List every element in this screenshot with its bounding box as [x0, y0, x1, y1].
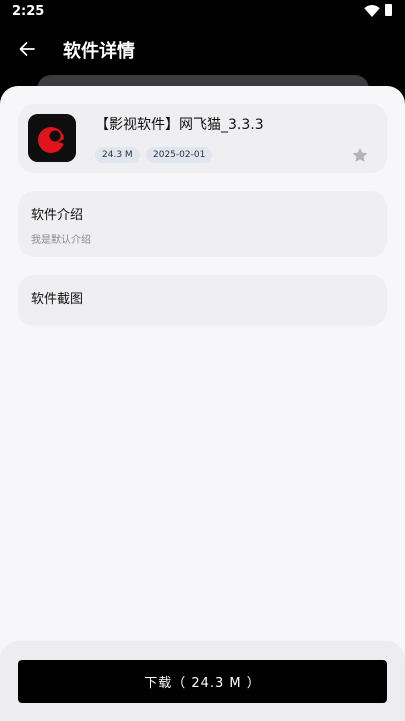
download-button[interactable]: 下载（ 24.3 M ） [18, 660, 387, 703]
app-name: 【影视软件】网飞猫_3.3.3 [95, 117, 264, 133]
wifi-icon [364, 5, 380, 17]
app-logo-mark [28, 114, 76, 162]
page-title: 软件详情 [63, 41, 135, 62]
app-bar: 软件详情 [0, 24, 405, 76]
intro-card: 软件介绍 我是默认介绍 [18, 191, 387, 257]
screen: 2:25 软件详情 【影视软件】网飞猫_3.3.3 24.3 M 2025-02… [0, 0, 405, 721]
size-badge: 24.3 M [95, 147, 140, 163]
status-time: 2:25 [12, 4, 45, 19]
detail-sheet: 【影视软件】网飞猫_3.3.3 24.3 M 2025-02-01 软件介绍 我… [0, 86, 405, 721]
back-button[interactable] [14, 36, 40, 62]
intro-description: 我是默认介绍 [31, 235, 91, 246]
screenshots-title: 软件截图 [31, 292, 84, 307]
bottom-bar: 下载（ 24.3 M ） [0, 641, 405, 721]
intro-title: 软件介绍 [31, 208, 84, 223]
screenshots-card: 软件截图 [18, 275, 387, 326]
date-badge: 2025-02-01 [146, 147, 213, 163]
back-arrow-icon [19, 42, 35, 56]
battery-icon [385, 4, 392, 16]
app-info-card: 【影视软件】网飞猫_3.3.3 24.3 M 2025-02-01 [18, 104, 387, 173]
app-logo-icon [28, 114, 76, 162]
status-bar: 2:25 [0, 0, 405, 24]
star-icon[interactable] [351, 146, 369, 164]
